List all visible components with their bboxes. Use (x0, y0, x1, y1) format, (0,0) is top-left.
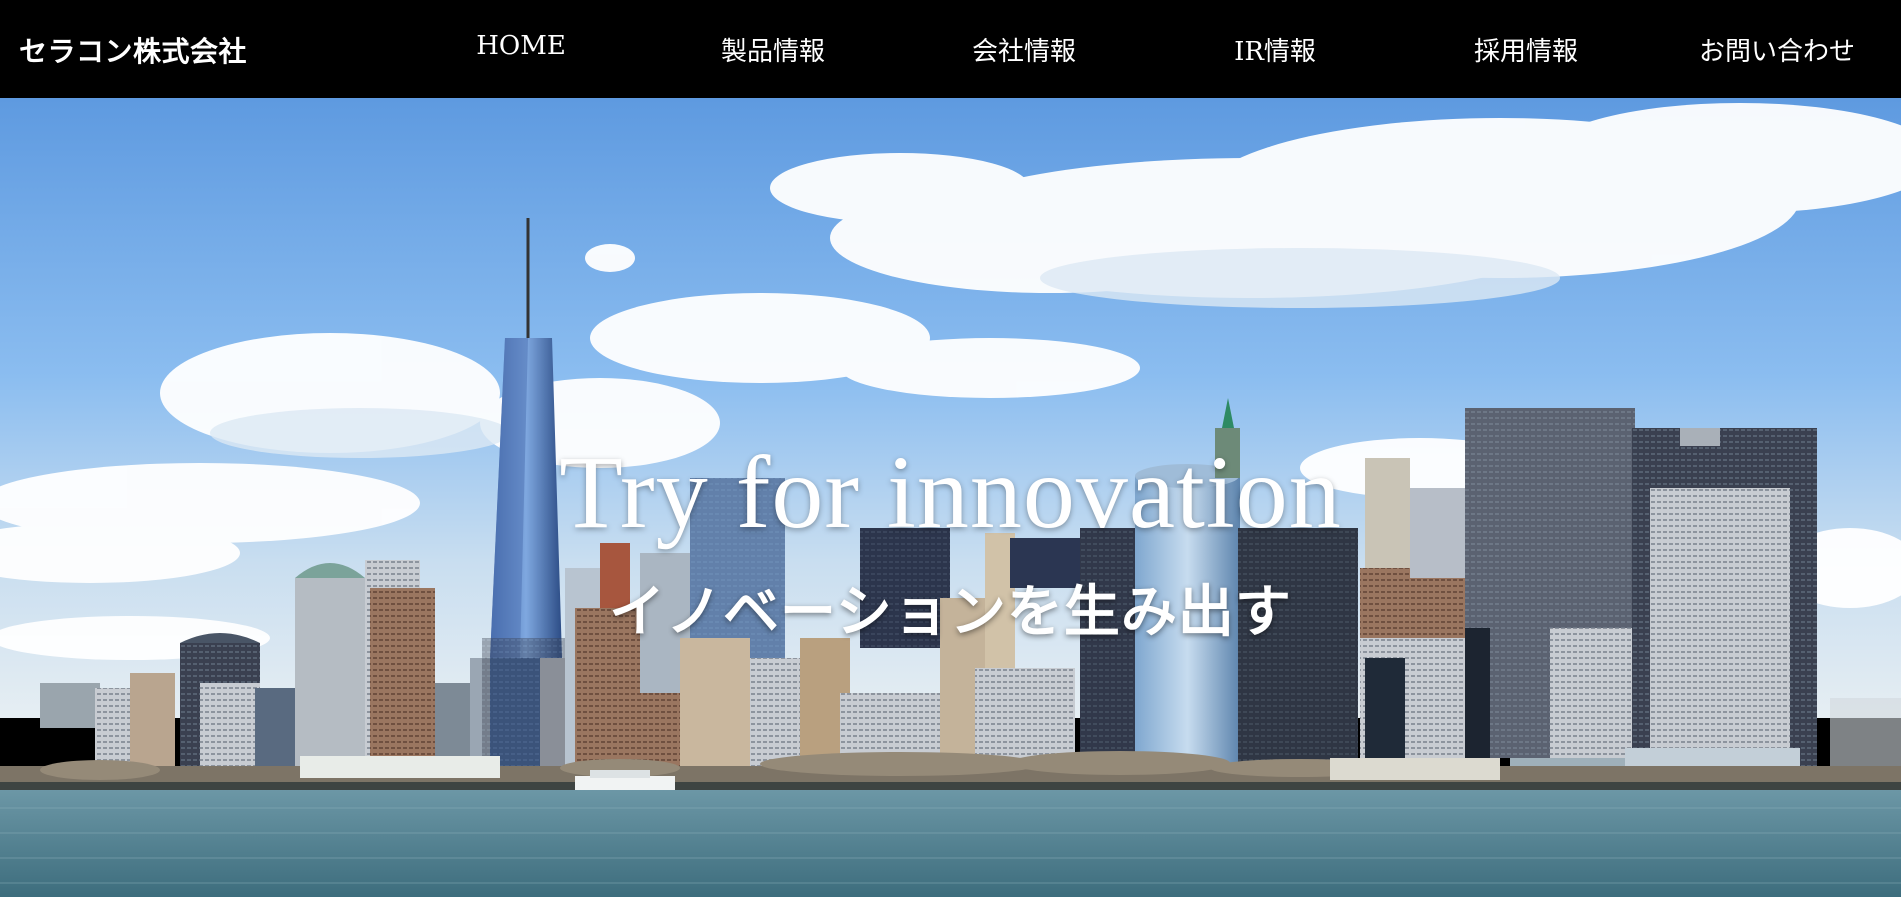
main-nav: HOME 製品情報 会社情報 IR情報 採用情報 お問い合わせ (400, 0, 1880, 98)
hero-section: Try for innovation イノベーションを生み出す (0, 98, 1901, 897)
nav-ir[interactable]: IR情報 (1234, 31, 1316, 68)
hero-subtitle: イノベーションを生み出す (609, 580, 1292, 645)
nav-company[interactable]: 会社情報 (972, 31, 1076, 68)
site-header: セラコン株式会社 HOME 製品情報 会社情報 IR情報 採用情報 お問い合わせ (0, 0, 1901, 98)
brand-logo[interactable]: セラコン株式会社 (19, 30, 247, 70)
hero-title: Try for innovation (559, 435, 1342, 550)
nav-products[interactable]: 製品情報 (721, 31, 825, 68)
nav-recruit[interactable]: 採用情報 (1474, 31, 1578, 68)
nav-home[interactable]: HOME (476, 31, 566, 61)
nav-contact[interactable]: お問い合わせ (1699, 31, 1855, 68)
